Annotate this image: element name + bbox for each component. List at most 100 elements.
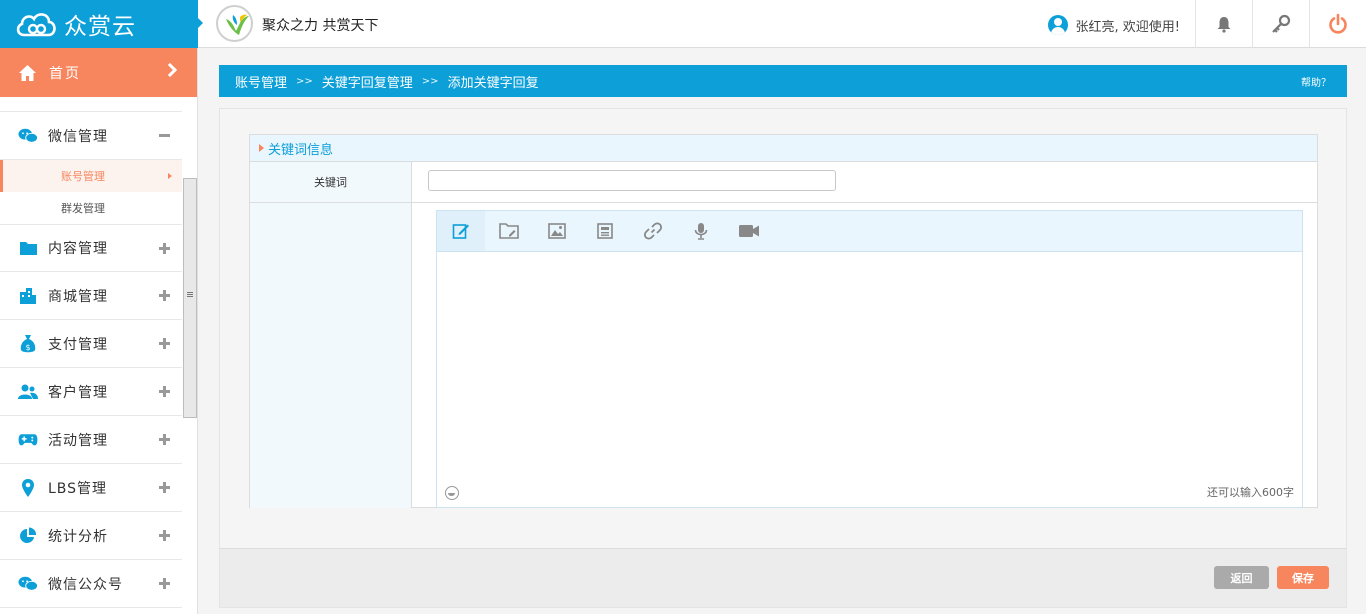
emoji-icon[interactable] bbox=[445, 486, 459, 500]
breadcrumb: 账号管理 >> 关键字回复管理 >> 添加关键字回复 帮助？ bbox=[219, 65, 1347, 97]
article-tool-button[interactable] bbox=[581, 211, 629, 251]
expand-plus-icon[interactable] bbox=[159, 386, 170, 397]
reply-label bbox=[250, 203, 412, 508]
save-button[interactable]: 保存 bbox=[1277, 566, 1329, 589]
image-icon bbox=[548, 223, 566, 239]
breadcrumb-separator: >> bbox=[421, 75, 439, 87]
brand-name: 众赏云 bbox=[64, 14, 136, 40]
sidebar-subitem-account[interactable]: 账号管理 bbox=[0, 160, 182, 192]
expand-plus-icon[interactable] bbox=[159, 338, 170, 349]
breadcrumb-item-current: 添加关键字回复 bbox=[447, 75, 539, 91]
sidebar-item-label: 内容管理 bbox=[48, 241, 108, 257]
power-icon bbox=[1329, 13, 1347, 34]
expand-plus-icon[interactable] bbox=[159, 530, 170, 541]
folder-icon bbox=[499, 223, 519, 239]
expand-plus-icon[interactable] bbox=[159, 578, 170, 589]
chevron-right-icon bbox=[162, 62, 178, 78]
expand-plus-icon[interactable] bbox=[159, 243, 170, 254]
divider bbox=[0, 97, 182, 112]
sidebar-item-content[interactable]: 内容管理 bbox=[0, 224, 182, 272]
expand-plus-icon[interactable] bbox=[159, 434, 170, 445]
scrollbar-grip-icon bbox=[187, 292, 193, 293]
voice-tool-button[interactable] bbox=[677, 211, 725, 251]
keyword-row: 关键词 bbox=[250, 162, 1317, 203]
help-link[interactable]: 帮助？ bbox=[1301, 74, 1331, 89]
home-icon bbox=[19, 64, 36, 81]
char-count: 还可以输入600字 bbox=[1207, 486, 1294, 499]
sidebar-item-activity[interactable]: 活动管理 bbox=[0, 416, 182, 464]
building-icon bbox=[18, 286, 38, 306]
editor-toolbar bbox=[437, 211, 1302, 252]
sidebar-item-label: 首页 bbox=[49, 65, 81, 82]
expand-plus-icon[interactable] bbox=[159, 290, 170, 301]
sidebar-toggle-icon[interactable] bbox=[198, 18, 203, 28]
section-header: 关键词信息 bbox=[250, 135, 1317, 162]
sidebar-subitem-broadcast[interactable]: 群发管理 bbox=[0, 192, 182, 224]
collapse-minus-icon[interactable] bbox=[159, 134, 170, 137]
breadcrumb-separator: >> bbox=[296, 75, 313, 87]
sidebar-item-label: 客户管理 bbox=[48, 384, 108, 401]
wechat-icon bbox=[18, 574, 38, 594]
sidebar-item-official-account[interactable]: 微信公众号 bbox=[0, 560, 182, 608]
sidebar-item-label: 活动管理 bbox=[48, 432, 108, 449]
change-password-button[interactable] bbox=[1252, 0, 1309, 48]
user-greeting-text: 张红亮, 欢迎使用! bbox=[1075, 19, 1180, 35]
breadcrumb-item[interactable]: 关键字回复管理 bbox=[322, 72, 413, 91]
sidebar-item-stats[interactable]: 统计分析 bbox=[0, 512, 182, 560]
keyword-input[interactable] bbox=[428, 170, 836, 191]
sidebar-item-home[interactable]: 首页 bbox=[0, 48, 197, 97]
svg-text:$: $ bbox=[25, 343, 30, 352]
notifications-button[interactable] bbox=[1195, 0, 1252, 48]
users-icon bbox=[18, 382, 38, 402]
sidebar-scrollbar[interactable] bbox=[183, 178, 197, 418]
microphone-icon bbox=[694, 223, 708, 240]
form-footer: 返回 保存 bbox=[220, 548, 1346, 607]
image-tool-button[interactable] bbox=[533, 211, 581, 251]
reply-row: 还可以输入600字 bbox=[250, 203, 1317, 508]
article-icon bbox=[597, 223, 613, 239]
gamepad-icon bbox=[18, 430, 38, 450]
sidebar-item-label: LBS管理 bbox=[48, 480, 108, 497]
video-tool-button[interactable] bbox=[725, 211, 773, 251]
breadcrumb-item[interactable]: 账号管理 bbox=[235, 72, 287, 91]
sidebar-item-label: 微信管理 bbox=[48, 128, 108, 145]
keyword-form: 关键词信息 关键词 还可以输入600字 bbox=[249, 134, 1318, 508]
video-camera-icon bbox=[739, 225, 759, 237]
key-icon bbox=[1272, 14, 1291, 33]
text-tool-button[interactable] bbox=[437, 211, 485, 251]
link-tool-button[interactable] bbox=[629, 211, 677, 251]
material-tool-button[interactable] bbox=[485, 211, 533, 251]
sidebar-item-payment[interactable]: $ 支付管理 bbox=[0, 320, 182, 368]
wechat-icon bbox=[18, 126, 38, 146]
sidebar-item-label: 微信公众号 bbox=[48, 576, 123, 593]
triangle-right-icon bbox=[259, 144, 264, 152]
sidebar: 首页 微信管理 账号管理 群发管理 内容管理 商城管理 $ 支付管理 客户管理 … bbox=[0, 48, 198, 614]
bell-icon bbox=[1217, 17, 1231, 33]
site-logo bbox=[216, 5, 253, 42]
sidebar-item-lbs[interactable]: LBS管理 bbox=[0, 464, 182, 512]
user-avatar-icon bbox=[1047, 15, 1068, 35]
site-slogan: 聚众之力 共赏天下 bbox=[262, 18, 379, 34]
location-pin-icon bbox=[18, 478, 38, 498]
sidebar-item-wechat[interactable]: 微信管理 bbox=[0, 112, 182, 160]
folder-icon bbox=[18, 238, 38, 258]
expand-plus-icon[interactable] bbox=[159, 482, 170, 493]
back-button[interactable]: 返回 bbox=[1214, 566, 1269, 589]
sidebar-item-customers[interactable]: 客户管理 bbox=[0, 368, 182, 416]
user-greeting[interactable]: 张红亮, 欢迎使用! bbox=[1047, 15, 1180, 35]
reply-editor: 还可以输入600字 bbox=[436, 210, 1303, 508]
logout-button[interactable] bbox=[1309, 0, 1366, 48]
sidebar-item-mall[interactable]: 商城管理 bbox=[0, 272, 182, 320]
brand-logo[interactable]: 众赏云 bbox=[0, 0, 198, 48]
cloud-logo-icon bbox=[16, 13, 56, 37]
bird-logo-icon bbox=[226, 14, 249, 35]
section-title: 关键词信息 bbox=[268, 142, 334, 158]
pie-chart-icon bbox=[18, 526, 38, 546]
sidebar-item-label: 商城管理 bbox=[48, 288, 108, 305]
money-bag-icon: $ bbox=[18, 334, 38, 354]
sidebar-item-label: 统计分析 bbox=[48, 528, 108, 545]
top-bar: 聚众之力 共赏天下 张红亮, 欢迎使用! bbox=[198, 0, 1366, 48]
edit-icon bbox=[452, 224, 469, 239]
link-icon bbox=[644, 222, 662, 240]
keyword-label: 关键词 bbox=[250, 162, 412, 202]
